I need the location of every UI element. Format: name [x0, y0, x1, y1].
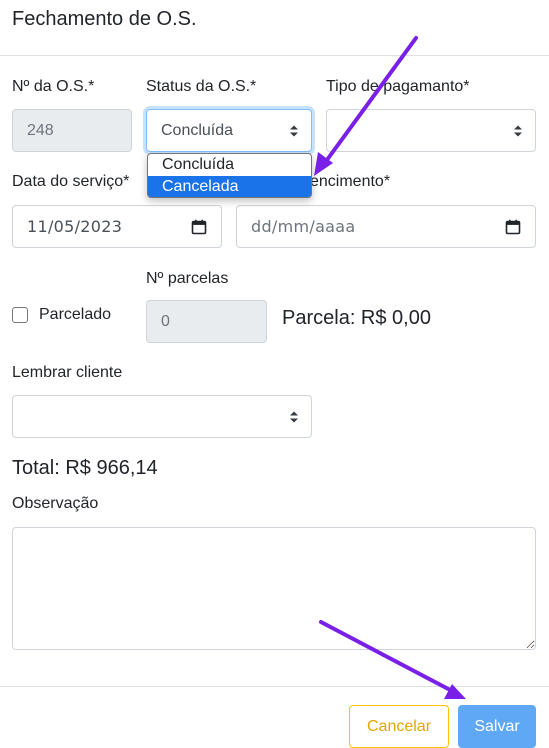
status-label: Status da O.S.*: [146, 78, 257, 95]
installments-checkbox-label[interactable]: Parcelado: [39, 306, 111, 324]
remind-client-select[interactable]: [12, 395, 312, 438]
footer-divider: [0, 686, 549, 687]
due-date-placeholder: dd/mm/aaaa: [251, 217, 356, 236]
status-option-concluida[interactable]: Concluída: [148, 154, 311, 176]
status-dropdown-list: Concluída Cancelada: [147, 153, 312, 198]
payment-type-label: Tipo de pagamanto*: [326, 78, 470, 95]
due-date-label: encimento*: [310, 173, 391, 190]
status-option-cancelada[interactable]: Cancelada: [148, 176, 311, 197]
status-select-value: Concluída: [161, 121, 234, 139]
status-select[interactable]: Concluída: [146, 109, 312, 152]
observation-textarea[interactable]: [12, 527, 536, 650]
due-date-input[interactable]: dd/mm/aaaa: [236, 205, 536, 248]
installments-checkbox[interactable]: [12, 307, 28, 323]
installments-count-value: 0: [161, 312, 170, 330]
total-amount: Total: R$ 966,14: [12, 457, 158, 479]
observation-label: Observação: [12, 495, 99, 512]
installment-value-text: Parcela: R$ 0,00: [282, 307, 431, 329]
select-caret-icon: [290, 125, 298, 136]
payment-type-select[interactable]: [326, 109, 536, 152]
calendar-icon[interactable]: [505, 219, 521, 235]
remind-client-label: Lembrar cliente: [12, 364, 123, 381]
os-number-label: Nº da O.S.*: [12, 78, 95, 95]
select-caret-icon: [290, 411, 298, 422]
cancel-button[interactable]: Cancelar: [349, 705, 449, 748]
service-date-input[interactable]: 11/05/2023: [12, 205, 222, 248]
service-date-label: Data do serviço*: [12, 173, 130, 190]
save-button[interactable]: Salvar: [458, 705, 536, 748]
calendar-icon[interactable]: [191, 219, 207, 235]
os-number-value: 248: [27, 121, 54, 139]
select-caret-icon: [514, 125, 522, 136]
modal-title: Fechamento de O.S.: [12, 8, 197, 30]
installments-count-label: Nº parcelas: [146, 270, 229, 287]
service-date-value: 11/05/2023: [27, 217, 123, 236]
os-number-field: 248: [12, 109, 132, 152]
installments-count-field: 0: [146, 300, 267, 343]
header-divider: [0, 55, 549, 56]
